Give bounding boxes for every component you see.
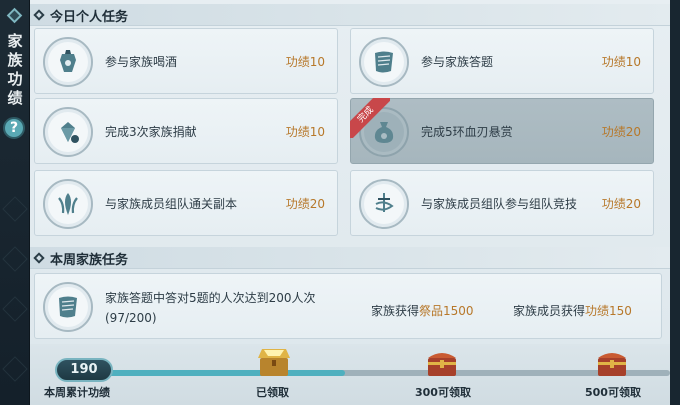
- weekly-task-card[interactable]: 家族答题中答对5题的人次达到200人次 (97/200) 家族获得祭品1500 …: [34, 273, 662, 339]
- weekly-header-title: 本周家族任务: [50, 253, 129, 268]
- score-label: 本周累计功绩: [44, 386, 110, 399]
- weekly-progress: 190 本周累计功绩 已领取 300可领取 500可领取: [30, 344, 670, 405]
- weekly-task-description: 家族答题中答对5题的人次达到200人次 (97/200): [105, 288, 316, 328]
- decor-diamond-icon: [2, 296, 28, 322]
- daily-header: 今日个人任务: [30, 4, 670, 26]
- task-reward: 功绩10: [285, 125, 325, 139]
- task-card-completed[interactable]: 完成 完成5环血刃悬赏 功绩20: [350, 98, 654, 164]
- weekly-task-progress: (97/200): [105, 311, 157, 325]
- task-card[interactable]: 参与家族喝酒 功绩10: [34, 28, 338, 94]
- scroll-icon: [359, 37, 409, 87]
- treasure-chest-icon[interactable]: [592, 346, 632, 378]
- task-card[interactable]: 参与家族答题 功绩10: [350, 28, 654, 94]
- task-reward: 功绩20: [601, 197, 641, 211]
- sidebar: 家族功绩 ?: [0, 0, 30, 405]
- diamond-icon: [33, 252, 45, 264]
- task-reward: 功绩10: [285, 55, 325, 69]
- treasure-chest-opened-icon[interactable]: [254, 346, 294, 378]
- task-card[interactable]: 完成3次家族捐献 功绩10: [34, 98, 338, 164]
- task-label: 参与家族答题: [421, 55, 494, 69]
- chest-label: 500可领取: [585, 386, 641, 399]
- sidebar-title: 家族功绩: [7, 32, 23, 107]
- scroll-icon: [43, 282, 93, 332]
- weekly-header: 本周家族任务: [30, 247, 670, 269]
- progress-fill: [90, 370, 346, 376]
- task-card[interactable]: 与家族成员组队通关副本 功绩20: [34, 170, 338, 236]
- task-label: 完成3次家族捐献: [105, 125, 197, 139]
- completed-badge: 完成: [350, 98, 390, 138]
- sword-arena-icon: [359, 179, 409, 229]
- wine-jar-icon: [43, 37, 93, 87]
- gem-donation-icon: [43, 107, 93, 157]
- score-badge: 190: [55, 358, 113, 382]
- task-reward: 功绩20: [601, 125, 641, 139]
- right-edge: [670, 0, 680, 405]
- daily-header-title: 今日个人任务: [50, 10, 129, 25]
- treasure-chest-icon[interactable]: [422, 346, 462, 378]
- task-label: 完成5环血刃悬赏: [421, 125, 513, 139]
- task-label: 与家族成员组队通关副本: [105, 197, 238, 211]
- task-card[interactable]: 与家族成员组队参与组队竞技 功绩20: [350, 170, 654, 236]
- chest-label: 已领取: [256, 386, 289, 399]
- decor-diamond-icon: [2, 356, 28, 382]
- decor-diamond-icon: [2, 196, 28, 222]
- diamond-icon: [6, 7, 23, 24]
- task-label: 参与家族喝酒: [105, 55, 178, 69]
- progress-track: [90, 370, 670, 376]
- task-reward: 功绩20: [285, 197, 325, 211]
- family-reward: 家族获得祭品1500: [371, 304, 474, 318]
- task-reward: 功绩10: [601, 55, 641, 69]
- help-button[interactable]: ?: [3, 117, 25, 139]
- team-dungeon-icon: [43, 179, 93, 229]
- member-reward: 家族成员获得功绩150: [513, 304, 632, 318]
- decor-diamond-icon: [2, 246, 28, 272]
- weekly-task-text: 家族答题中答对5题的人次达到200人次: [105, 291, 316, 305]
- diamond-icon: [33, 9, 45, 21]
- task-label: 与家族成员组队参与组队竞技: [421, 197, 578, 211]
- chest-label: 300可领取: [415, 386, 471, 399]
